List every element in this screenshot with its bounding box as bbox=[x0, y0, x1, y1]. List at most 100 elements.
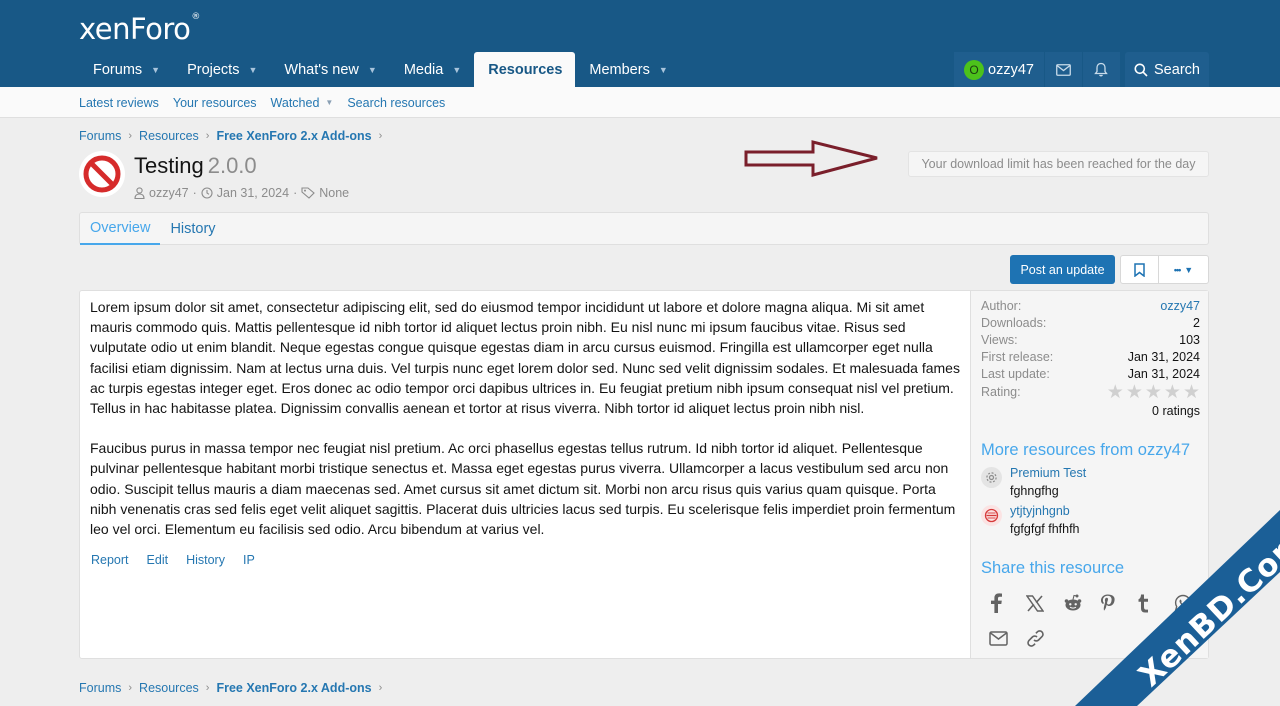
subnav-label: Search resources bbox=[347, 95, 446, 110]
bookmark-icon bbox=[1134, 262, 1145, 277]
subnav-latest-reviews[interactable]: Latest reviews bbox=[79, 96, 159, 110]
alerts-button[interactable] bbox=[1082, 52, 1121, 87]
chevron-right-icon: › bbox=[378, 682, 383, 694]
logo-registered-mark: ® bbox=[191, 12, 200, 22]
more-resource-item[interactable]: Premium Test fghngfhg bbox=[981, 465, 1086, 501]
stat-key: Author: bbox=[981, 299, 1022, 313]
report-link[interactable]: Report bbox=[91, 553, 129, 567]
badge-icon bbox=[981, 505, 1002, 526]
nav-label: Projects bbox=[187, 61, 240, 78]
nav-whats-new[interactable]: What's new ▼ bbox=[270, 52, 389, 87]
description-paragraph: Faucibus purus in massa tempor nec feugi… bbox=[90, 440, 956, 538]
chevron-down-icon[interactable]: ▼ bbox=[452, 65, 461, 75]
tab-overview[interactable]: Overview bbox=[80, 213, 161, 245]
description-paragraph: Lorem ipsum dolor sit amet, consectetur … bbox=[90, 299, 960, 417]
subnav-label: Your resources bbox=[172, 95, 257, 110]
arrow-icon bbox=[744, 140, 878, 177]
nav-label: Resources bbox=[488, 61, 563, 78]
chevron-right-icon: › bbox=[128, 130, 133, 142]
nav-projects[interactable]: Projects ▼ bbox=[173, 52, 270, 87]
post-update-button[interactable]: Post an update bbox=[1010, 255, 1115, 284]
stat-value: Jan 31, 2024 bbox=[1127, 367, 1200, 381]
edit-link[interactable]: Edit bbox=[147, 553, 169, 567]
star-icon: ★ bbox=[1163, 382, 1181, 403]
star-icon: ★ bbox=[1144, 382, 1162, 403]
stat-downloads: Downloads: 2 bbox=[981, 316, 1200, 330]
subnav-label: Latest reviews bbox=[79, 95, 159, 110]
nav-label: Media bbox=[403, 61, 444, 78]
ip-link[interactable]: IP bbox=[243, 553, 255, 567]
more-resource-item[interactable]: ytjtyjnhgnb fgfgfgf fhfhfh bbox=[981, 503, 1080, 539]
stat-views: Views: 103 bbox=[981, 333, 1200, 347]
breadcrumb-forums[interactable]: Forums bbox=[79, 681, 121, 695]
separator: · bbox=[293, 186, 298, 200]
chevron-down-icon[interactable]: ▼ bbox=[248, 65, 257, 75]
chevron-down-icon[interactable]: ▼ bbox=[368, 65, 377, 75]
download-limit-notice: Your download limit has been reached for… bbox=[908, 151, 1209, 177]
history-link[interactable]: History bbox=[186, 553, 225, 567]
more-options-button[interactable]: ••• ▼ bbox=[1159, 256, 1208, 283]
more-resource-title[interactable]: ytjtyjnhgnb bbox=[1010, 503, 1080, 519]
resource-meta: ozzy47 · Jan 31, 2024 · None bbox=[134, 186, 349, 200]
chevron-down-icon: ▼ bbox=[1184, 264, 1194, 275]
subnav-your-resources[interactable]: Your resources bbox=[173, 96, 257, 110]
meta-tags[interactable]: None bbox=[301, 186, 349, 200]
chevron-right-icon: › bbox=[205, 682, 210, 694]
star-icon: ★ bbox=[1106, 382, 1124, 403]
share-buttons-row-2 bbox=[989, 626, 1063, 650]
nav-resources[interactable]: Resources bbox=[474, 52, 576, 87]
meta-date-text: Jan 31, 2024 bbox=[216, 186, 290, 200]
breadcrumb-category[interactable]: Free XenForo 2.x Add-ons bbox=[216, 681, 371, 695]
nav-label: Members bbox=[589, 61, 650, 78]
resource-tabs: Overview History bbox=[79, 212, 1209, 245]
x-icon[interactable] bbox=[1026, 591, 1063, 615]
clock-icon bbox=[201, 187, 213, 199]
post-update-label: Post an update bbox=[1020, 262, 1105, 277]
chevron-down-icon[interactable]: ▼ bbox=[325, 98, 333, 107]
resource-title: Testing bbox=[134, 153, 204, 178]
email-icon[interactable] bbox=[989, 626, 1026, 650]
breadcrumb-resources[interactable]: Resources bbox=[139, 129, 199, 143]
subnav-watched[interactable]: Watched ▼ bbox=[271, 96, 334, 110]
stat-last-update: Last update: Jan 31, 2024 bbox=[981, 367, 1200, 381]
star-icon: ★ bbox=[1182, 382, 1200, 403]
stat-key: Rating: bbox=[981, 385, 1021, 399]
nav-label: What's new bbox=[284, 61, 359, 78]
site-logo[interactable]: xenForo® bbox=[79, 12, 200, 46]
stat-author-link[interactable]: ozzy47 bbox=[1160, 299, 1200, 313]
bookmark-button[interactable] bbox=[1121, 256, 1159, 283]
stat-author: Author: ozzy47 bbox=[981, 299, 1200, 313]
facebook-icon[interactable] bbox=[989, 591, 1026, 615]
link-icon[interactable] bbox=[1026, 626, 1063, 650]
stat-value: Jan 31, 2024 bbox=[1127, 350, 1200, 364]
subnav-search-resources[interactable]: Search resources bbox=[347, 96, 445, 110]
user-controls: O ozzy47 bbox=[954, 52, 1121, 87]
nav-forums[interactable]: Forums ▼ bbox=[79, 52, 173, 87]
envelope-icon bbox=[1056, 63, 1071, 76]
breadcrumb-resources[interactable]: Resources bbox=[139, 681, 199, 695]
search-button[interactable]: Search bbox=[1125, 52, 1209, 87]
breadcrumb-category[interactable]: Free XenForo 2.x Add-ons bbox=[216, 129, 371, 143]
meta-date[interactable]: Jan 31, 2024 bbox=[201, 186, 289, 200]
inbox-button[interactable] bbox=[1044, 52, 1083, 87]
stat-key: Last update: bbox=[981, 367, 1050, 381]
account-button[interactable]: O ozzy47 bbox=[954, 52, 1045, 87]
search-icon bbox=[1134, 63, 1148, 77]
resource-body: Lorem ipsum dolor sit amet, consectetur … bbox=[79, 290, 1209, 659]
site-header: xenForo® Forums ▼ Projects ▼ What's new ▼ M… bbox=[0, 0, 1280, 87]
stat-key: First release: bbox=[981, 350, 1054, 364]
tab-history[interactable]: History bbox=[160, 213, 225, 245]
nav-media[interactable]: Media ▼ bbox=[390, 52, 474, 87]
more-resources-heading[interactable]: More resources from ozzy47 bbox=[981, 441, 1190, 460]
more-resource-title[interactable]: Premium Test bbox=[1010, 465, 1086, 481]
chevron-down-icon[interactable]: ▼ bbox=[659, 65, 668, 75]
post-actions: Report Edit History IP bbox=[91, 553, 273, 567]
download-limit-text: Your download limit has been reached for… bbox=[921, 157, 1196, 171]
breadcrumb-forums[interactable]: Forums bbox=[79, 129, 121, 143]
chevron-down-icon[interactable]: ▼ bbox=[151, 65, 160, 75]
nav-members[interactable]: Members ▼ bbox=[575, 52, 680, 87]
meta-author[interactable]: ozzy47 bbox=[134, 186, 189, 200]
stat-key: Views: bbox=[981, 333, 1018, 347]
user-icon bbox=[134, 187, 145, 199]
search-label: Search bbox=[1154, 61, 1200, 78]
